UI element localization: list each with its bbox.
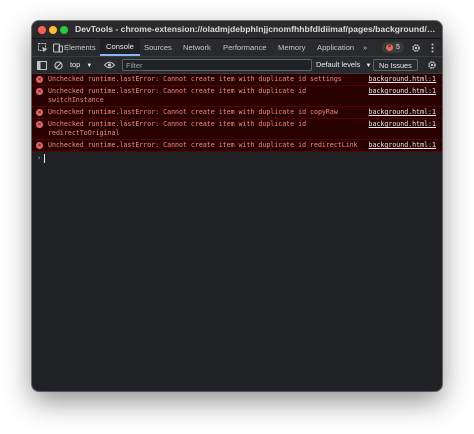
error-icon: × <box>36 88 43 95</box>
panel-tab-bar: Elements Console Sources Network Perform… <box>32 39 442 57</box>
tab-network[interactable]: Network <box>177 39 217 56</box>
sidebar-toggle-icon[interactable] <box>36 57 48 73</box>
text-caret <box>44 153 46 163</box>
tab-memory[interactable]: Memory <box>272 39 311 56</box>
close-window-button[interactable] <box>38 26 46 34</box>
minimize-window-button[interactable] <box>49 26 57 34</box>
console-toolbar: top ▼ Filter Default levels ▼ No Issues <box>32 57 442 74</box>
error-icon: × <box>386 44 393 51</box>
console-message: Unchecked runtime.lastError: Cannot crea… <box>48 75 342 83</box>
console-output[interactable]: × Unchecked runtime.lastError: Cannot cr… <box>32 74 442 391</box>
issues-button[interactable]: No Issues <box>373 59 418 71</box>
tab-application[interactable]: Application <box>311 39 360 56</box>
console-error-row[interactable]: × Unchecked runtime.lastError: Cannot cr… <box>32 74 442 86</box>
tab-elements[interactable]: Elements <box>58 39 102 56</box>
error-count: 5 <box>396 44 400 51</box>
title-bar: DevTools - chrome-extension://oladmjdebp… <box>32 21 442 39</box>
console-message: Unchecked runtime.lastError: Cannot crea… <box>48 120 307 137</box>
filter-input[interactable]: Filter <box>122 59 312 71</box>
error-count-badge[interactable]: × 5 <box>382 42 404 53</box>
devtools-window: DevTools - chrome-extension://oladmjdebp… <box>32 21 442 391</box>
more-tabs-button[interactable]: » <box>360 39 370 56</box>
console-message: Unchecked runtime.lastError: Cannot crea… <box>48 141 358 149</box>
settings-gear-icon[interactable] <box>409 39 423 56</box>
console-error-row[interactable]: × Unchecked runtime.lastError: Cannot cr… <box>32 86 442 107</box>
source-link[interactable]: background.html:1 <box>369 87 437 96</box>
context-label: top <box>70 60 81 69</box>
log-levels-label: Default levels <box>316 60 361 69</box>
source-link[interactable]: background.html:1 <box>369 108 437 117</box>
live-expression-eye-icon[interactable] <box>102 57 116 73</box>
console-message: Unchecked runtime.lastError: Cannot crea… <box>48 87 307 104</box>
context-selector[interactable]: top ▼ <box>70 59 92 71</box>
console-message: Unchecked runtime.lastError: Cannot crea… <box>48 108 338 116</box>
dropdown-arrow-icon: ▼ <box>86 63 93 69</box>
console-error-row[interactable]: × Unchecked runtime.lastError: Cannot cr… <box>32 107 442 119</box>
error-icon: × <box>36 142 43 149</box>
tab-sources[interactable]: Sources <box>138 39 178 56</box>
console-error-row[interactable]: × Unchecked runtime.lastError: Cannot cr… <box>32 140 442 152</box>
tab-performance[interactable]: Performance <box>217 39 272 56</box>
console-prompt[interactable]: › <box>32 152 442 164</box>
zoom-window-button[interactable] <box>60 26 68 34</box>
source-link[interactable]: background.html:1 <box>369 120 437 129</box>
log-levels-dropdown[interactable]: Default levels ▼ <box>316 59 371 71</box>
error-icon: × <box>36 76 43 83</box>
tab-console[interactable]: Console <box>100 39 140 56</box>
dropdown-arrow-icon: ▼ <box>365 63 372 69</box>
error-icon: × <box>36 121 43 128</box>
prompt-chevron-icon: › <box>37 154 42 162</box>
error-icon: × <box>36 109 43 116</box>
kebab-menu-icon[interactable] <box>427 39 437 56</box>
clear-console-icon[interactable] <box>52 57 64 73</box>
source-link[interactable]: background.html:1 <box>369 75 437 84</box>
window-title: DevTools - chrome-extension://oladmjdebp… <box>75 24 436 34</box>
source-link[interactable]: background.html:1 <box>369 141 437 150</box>
console-settings-gear-icon[interactable] <box>426 57 438 73</box>
console-error-row[interactable]: × Unchecked runtime.lastError: Cannot cr… <box>32 119 442 140</box>
inspect-element-icon[interactable] <box>36 39 50 56</box>
